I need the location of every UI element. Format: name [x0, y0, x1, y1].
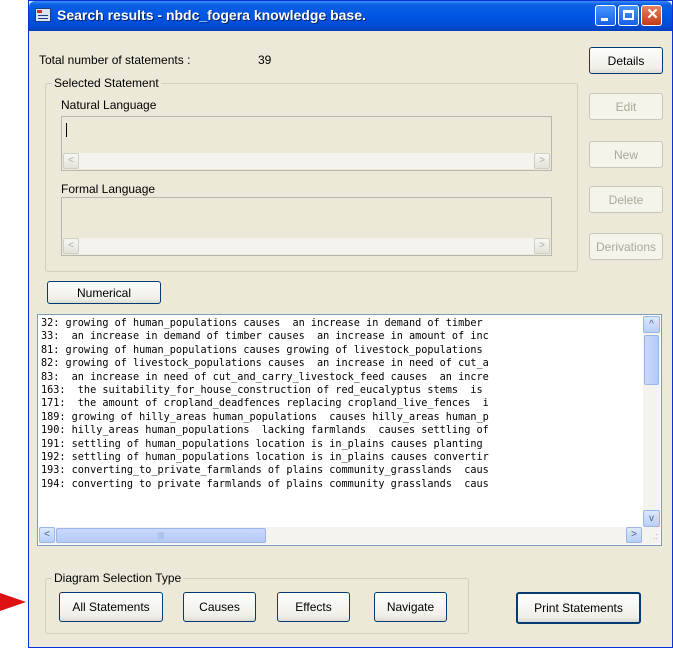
close-button[interactable]: ✕	[641, 5, 662, 26]
diagram-selection-title: Diagram Selection Type	[52, 571, 184, 585]
resize-grip-icon[interactable]: .:	[644, 529, 658, 543]
details-button[interactable]: Details	[589, 47, 663, 74]
statements-list[interactable]: 32: growing of human_populations causes …	[37, 314, 662, 546]
delete-button[interactable]: Delete	[589, 186, 663, 213]
maximize-icon	[623, 10, 634, 20]
close-icon: ✕	[646, 6, 659, 23]
effects-button[interactable]: Effects	[277, 592, 350, 622]
window-title: Search results - nbdc_fogera knowledge b…	[57, 7, 366, 23]
navigate-button[interactable]: Navigate	[374, 592, 447, 622]
formal-language-hscroll[interactable]: < >	[63, 238, 550, 254]
scroll-left-icon[interactable]: <	[63, 238, 79, 254]
list-item[interactable]: 189: growing of hilly_areas human_popula…	[41, 411, 641, 424]
natural-language-hscroll[interactable]: < >	[63, 153, 550, 169]
scroll-down-icon[interactable]: v	[643, 510, 660, 527]
text-caret	[66, 123, 67, 137]
numerical-button[interactable]: Numerical	[47, 281, 161, 304]
total-statements-label: Total number of statements :	[39, 53, 191, 67]
scroll-right-icon[interactable]: >	[626, 527, 642, 543]
natural-language-field[interactable]: < >	[61, 116, 552, 171]
search-results-window: Search results - nbdc_fogera knowledge b…	[28, 0, 673, 648]
vertical-scroll-thumb[interactable]	[644, 335, 659, 385]
app-icon	[35, 8, 51, 22]
list-item[interactable]: 81: growing of human_populations causes …	[41, 344, 641, 357]
list-item[interactable]: 33: an increase in demand of timber caus…	[41, 330, 641, 343]
natural-language-label: Natural Language	[61, 98, 157, 112]
scroll-left-icon[interactable]: <	[39, 527, 55, 543]
statements-list-lines: 32: growing of human_populations causes …	[41, 317, 641, 525]
formal-language-field[interactable]: < >	[61, 197, 552, 256]
minimize-icon	[601, 18, 608, 21]
print-statements-button[interactable]: Print Statements	[516, 592, 641, 624]
list-item[interactable]: 193: converting_to_private_farmlands of …	[41, 464, 641, 477]
all-statements-button[interactable]: All Statements	[59, 592, 163, 622]
scroll-left-icon[interactable]: <	[63, 153, 79, 169]
minimize-button[interactable]	[595, 5, 616, 26]
list-item[interactable]: 191: settling of human_populations locat…	[41, 438, 641, 451]
list-item[interactable]: 192: settling of human_populations locat…	[41, 451, 641, 464]
list-item[interactable]: 194: converting to private farmlands of …	[41, 478, 641, 491]
formal-language-label: Formal Language	[61, 182, 156, 196]
list-item[interactable]: 163: the suitability_for_house_construct…	[41, 384, 641, 397]
list-item[interactable]: 32: growing of human_populations causes …	[41, 317, 641, 330]
scroll-up-icon[interactable]: ^	[643, 316, 660, 333]
list-item[interactable]: 190: hilly_areas human_populations lacki…	[41, 424, 641, 437]
scroll-right-icon[interactable]: >	[534, 238, 550, 254]
new-button[interactable]: New	[589, 141, 663, 168]
total-statements-value: 39	[258, 53, 272, 67]
maximize-button[interactable]	[618, 5, 639, 26]
list-item[interactable]: 83: an increase in need of cut_and_carry…	[41, 371, 641, 384]
edit-button[interactable]: Edit	[589, 93, 663, 120]
horizontal-scroll-thumb[interactable]: |||	[56, 528, 266, 543]
list-item[interactable]: 82: growing of livestock_populations cau…	[41, 357, 641, 370]
list-horizontal-scrollbar[interactable]: < ||| > .:	[39, 527, 660, 544]
derivations-button[interactable]: Derivations	[589, 233, 663, 260]
selected-statement-title: Selected Statement	[52, 76, 161, 90]
list-item[interactable]: 171: the amount of cropland_deadfences r…	[41, 397, 641, 410]
annotation-arrow	[0, 593, 26, 611]
title-bar[interactable]: Search results - nbdc_fogera knowledge b…	[29, 1, 672, 31]
list-vertical-scrollbar[interactable]: ^ v	[643, 316, 660, 527]
scroll-right-icon[interactable]: >	[534, 153, 550, 169]
causes-button[interactable]: Causes	[183, 592, 256, 622]
